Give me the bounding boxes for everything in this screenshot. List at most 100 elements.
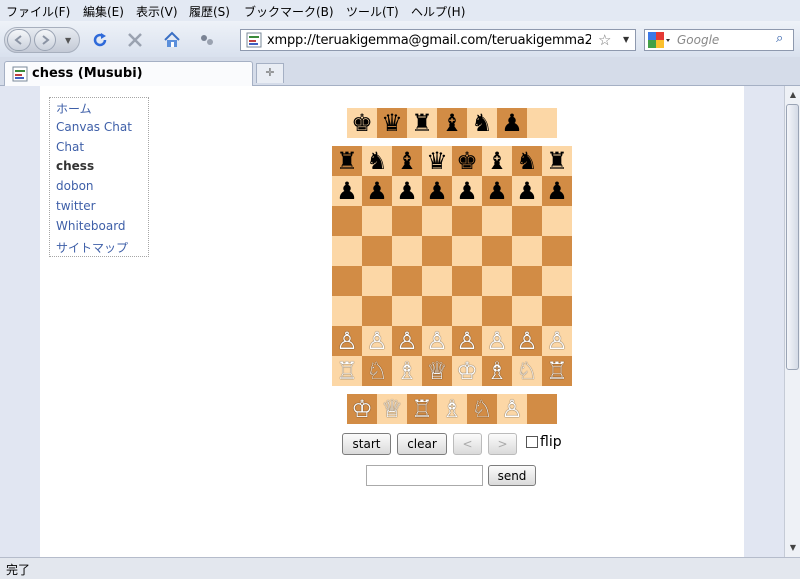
white-tray-cell[interactable]: ♖ [407,394,437,424]
back-button[interactable] [7,29,31,51]
board-square[interactable] [422,266,452,296]
board-square[interactable] [422,206,452,236]
board-square[interactable] [392,206,422,236]
menu-item-4[interactable]: ブックマーク(B) [244,3,334,20]
clear-button[interactable]: clear [397,433,447,455]
scroll-up-icon[interactable]: ▲ [786,87,800,103]
white-tray-cell[interactable]: ♕ [377,394,407,424]
black-tray-cell[interactable]: ♛ [377,108,407,138]
board-square[interactable]: ♝ [392,146,422,176]
search-input[interactable] [677,32,775,48]
menu-item-3[interactable]: 履歴(S) [189,3,230,20]
board-square[interactable] [332,236,362,266]
board-square[interactable]: ♜ [332,146,362,176]
nav-link-0[interactable]: ホーム [56,100,92,117]
board-square[interactable]: ♟ [482,176,512,206]
board-square[interactable] [482,296,512,326]
board-square[interactable]: ♞ [512,146,542,176]
nav-link-4[interactable]: dobon [56,179,94,193]
board-square[interactable] [362,206,392,236]
board-square[interactable]: ♜ [542,146,572,176]
board-square[interactable]: ♙ [422,326,452,356]
board-square[interactable]: ♗ [392,356,422,386]
board-square[interactable]: ♙ [452,326,482,356]
tab-chess-musubi[interactable]: chess (Musubi) [4,61,253,86]
board-square[interactable] [422,296,452,326]
menu-item-5[interactable]: ツール(T) [346,3,399,20]
board-square[interactable] [362,296,392,326]
board-square[interactable] [542,296,572,326]
board-square[interactable]: ♙ [332,326,362,356]
board-square[interactable] [422,236,452,266]
board-square[interactable]: ♟ [512,176,542,206]
start-button[interactable]: start [342,433,391,455]
black-tray-cell[interactable]: ♞ [467,108,497,138]
board-square[interactable]: ♖ [542,356,572,386]
board-square[interactable] [512,236,542,266]
home-button[interactable] [159,27,185,53]
black-tray-cell[interactable]: ♝ [437,108,467,138]
black-tray-cell[interactable]: ♜ [407,108,437,138]
board-square[interactable] [452,266,482,296]
menu-item-2[interactable]: 表示(V) [136,3,178,20]
board-square[interactable]: ♟ [542,176,572,206]
board-square[interactable] [392,236,422,266]
board-square[interactable] [392,296,422,326]
board-square[interactable] [452,296,482,326]
next-move-button[interactable]: > [488,433,517,455]
board-square[interactable]: ♟ [422,176,452,206]
board-square[interactable]: ♘ [362,356,392,386]
black-tray-cell[interactable] [527,108,557,138]
board-square[interactable] [332,296,362,326]
board-square[interactable] [512,296,542,326]
board-square[interactable]: ♙ [542,326,572,356]
board-square[interactable] [482,236,512,266]
board-square[interactable]: ♙ [392,326,422,356]
nav-link-6[interactable]: Whiteboard [56,219,126,233]
board-square[interactable] [482,266,512,296]
board-square[interactable] [542,206,572,236]
board-square[interactable]: ♟ [452,176,482,206]
bookmark-star-icon[interactable]: ☆ [598,31,611,49]
board-square[interactable] [542,236,572,266]
message-input[interactable] [366,465,483,486]
nav-link-1[interactable]: Canvas Chat [56,120,132,134]
scroll-down-icon[interactable]: ▼ [786,540,800,556]
board-square[interactable]: ♕ [422,356,452,386]
menu-item-6[interactable]: ヘルプ(H) [411,3,465,20]
board-square[interactable]: ♙ [362,326,392,356]
board-square[interactable]: ♟ [362,176,392,206]
google-engine-icon[interactable] [648,32,670,48]
board-square[interactable]: ♔ [452,356,482,386]
white-tray-cell[interactable]: ♔ [347,394,377,424]
board-square[interactable]: ♝ [482,146,512,176]
white-tray-cell[interactable]: ♗ [437,394,467,424]
reload-button[interactable] [87,27,113,53]
nav-link-3[interactable]: chess [56,159,94,173]
forward-button[interactable] [34,29,56,51]
history-dropdown-icon[interactable]: ▼ [65,36,71,45]
white-tray-cell[interactable]: ♙ [497,394,527,424]
new-tab-button[interactable]: ✛ [256,63,284,83]
url-bar[interactable]: xmpp://teruakigemma@gmail.com/teruakigem… [240,29,636,51]
board-square[interactable] [332,206,362,236]
nav-link-2[interactable]: Chat [56,140,84,154]
board-square[interactable] [512,266,542,296]
board-square[interactable] [332,266,362,296]
menu-item-0[interactable]: ファイル(F) [6,3,70,20]
menu-item-1[interactable]: 編集(E) [83,3,124,20]
board-square[interactable]: ♟ [392,176,422,206]
flip-checkbox[interactable] [526,436,538,448]
board-square[interactable] [482,206,512,236]
board-square[interactable] [542,266,572,296]
board-square[interactable]: ♗ [482,356,512,386]
sync-button[interactable] [194,27,220,53]
scroll-thumb[interactable] [786,104,799,370]
nav-link-5[interactable]: twitter [56,199,96,213]
black-tray-cell[interactable]: ♟ [497,108,527,138]
send-button[interactable]: send [488,465,536,486]
board-square[interactable] [392,266,422,296]
url-history-dropdown-icon[interactable]: ▼ [623,35,629,44]
board-square[interactable]: ♖ [332,356,362,386]
previous-move-button[interactable]: < [453,433,482,455]
